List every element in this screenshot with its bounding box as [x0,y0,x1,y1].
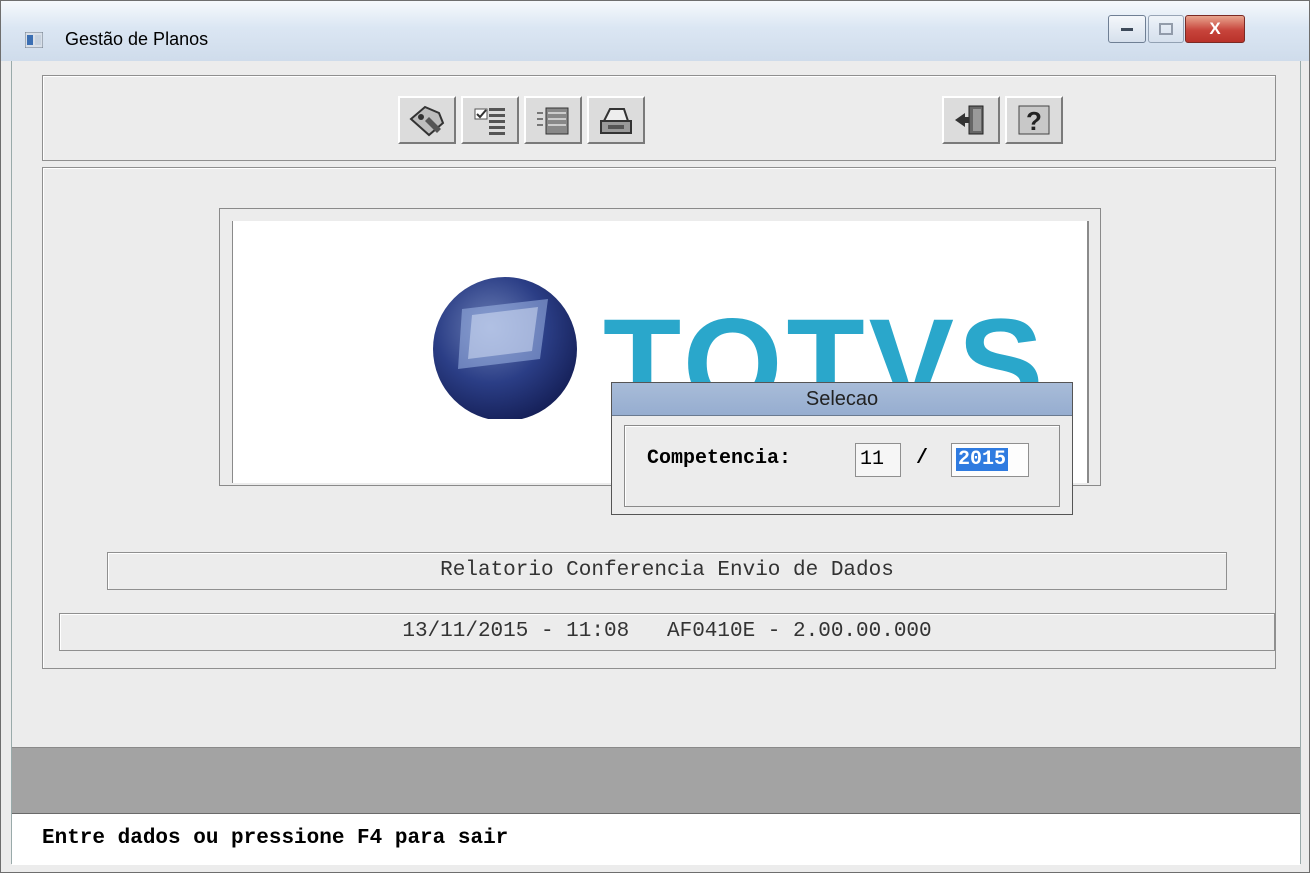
minimize-icon [1121,28,1133,31]
print-button[interactable] [587,96,645,144]
message-area [12,747,1300,814]
dialog-title: Selecao [612,383,1072,416]
dialog-fields: Competencia: 11 / 2015 [624,425,1060,507]
printer-icon [600,108,632,134]
month-input[interactable]: 11 [855,443,901,477]
tag-edit-icon [409,105,445,137]
close-icon: X [1209,19,1221,38]
window-title: Gestão de Planos [65,29,209,49]
select-button[interactable] [461,96,519,144]
client-area: ? TOTVS Selecao Competencia: 11 / 2015 R… [11,61,1301,865]
help-icon: ? [1018,105,1050,136]
maximize-icon [1159,23,1173,35]
list-button[interactable] [524,96,582,144]
year-input-value: 2015 [956,448,1009,471]
app-window: Gestão de Planos X ? TOTVS Selecao Compe… [0,0,1310,873]
exit-door-icon [955,105,984,135]
exit-button[interactable] [942,96,1000,144]
date-separator: / [916,447,929,470]
status-bar: Entre dados ou pressione F4 para sair [12,813,1300,865]
totvs-logo-mark [433,277,577,419]
logo-frame: TOTVS Selecao Competencia: 11 / 2015 [219,208,1101,515]
report-title: Relatorio Conferencia Envio de Dados [107,552,1227,590]
main-panel: TOTVS Selecao Competencia: 11 / 2015 Rel… [42,167,1276,669]
year-input[interactable]: 2015 [951,443,1029,477]
toolbar: ? [42,75,1276,161]
status-message: Entre dados ou pressione F4 para sair [42,827,509,850]
close-button[interactable]: X [1185,15,1245,43]
app-icon [25,32,43,48]
edit-button[interactable] [398,96,456,144]
competencia-label: Competencia: [647,447,792,470]
svg-text:?: ? [1026,106,1042,136]
minimize-button[interactable] [1108,15,1146,43]
program-info: 13/11/2015 - 11:08 AF0410E - 2.00.00.000 [59,613,1275,651]
list-icon [537,107,569,135]
title-bar[interactable]: Gestão de Planos X [1,1,1309,61]
maximize-button[interactable] [1148,15,1184,43]
help-button[interactable]: ? [1005,96,1063,144]
selection-dialog: Selecao Competencia: 11 / 2015 [611,382,1073,515]
checklist-icon [474,108,505,135]
